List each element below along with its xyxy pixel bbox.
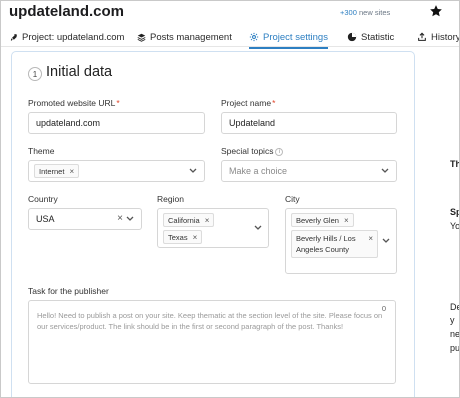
promoted-url-label-text: Promoted website URL: [28, 98, 116, 108]
tab-project-label: Project: updateland.com: [22, 31, 125, 43]
required-marker: *: [116, 98, 120, 108]
rocket-icon: [10, 33, 17, 41]
special-topics-label-text: Special topics: [221, 146, 274, 156]
remove-chip-icon[interactable]: ×: [344, 216, 349, 225]
country-select[interactable]: USA ×: [28, 208, 142, 230]
new-sites-count: +300: [340, 8, 357, 17]
region-chip-label: California: [168, 215, 200, 225]
theme-label: Theme: [28, 146, 55, 156]
special-topics-label: Special topics i: [221, 146, 284, 156]
info-icon[interactable]: i: [275, 147, 284, 156]
tab-statistic-label: Statistic: [361, 31, 395, 43]
new-sites-indicator[interactable]: +300 new sites: [340, 8, 390, 17]
initial-data-card: 1 Initial data Promoted website URL* upd…: [11, 51, 415, 397]
favorite-star-button[interactable]: [429, 4, 443, 18]
project-name-input[interactable]: Updateland: [221, 112, 397, 134]
tab-history-label: History: [431, 31, 460, 43]
remove-chip-icon[interactable]: ×: [69, 167, 74, 176]
promoted-url-input[interactable]: updateland.com: [28, 112, 205, 134]
special-topics-placeholder: Make a choice: [229, 166, 288, 176]
layers-icon: [137, 33, 146, 42]
card-title: Initial data: [46, 64, 113, 80]
chevron-down-icon[interactable]: [126, 216, 134, 222]
star-icon: [430, 5, 442, 17]
chevron-down-icon[interactable]: [382, 238, 390, 244]
side-text-fragment: Yo: [450, 221, 460, 231]
region-select[interactable]: California × Texas ×: [157, 208, 269, 248]
tab-project-settings-label: Project settings: [263, 31, 328, 43]
clear-icon[interactable]: ×: [117, 213, 123, 224]
city-chip-label: Beverly Hills / Los Angeles County: [296, 234, 356, 254]
country-value: USA: [36, 214, 55, 224]
tab-statistic[interactable]: Statistic: [347, 29, 394, 45]
region-chip[interactable]: Texas ×: [163, 230, 203, 244]
task-label: Task for the publisher: [28, 286, 109, 296]
city-chip[interactable]: Beverly Glen ×: [291, 213, 354, 227]
export-icon: [418, 32, 426, 41]
remove-chip-icon[interactable]: ×: [368, 233, 373, 244]
tab-project-settings[interactable]: Project settings: [249, 29, 328, 49]
region-chip[interactable]: California ×: [163, 213, 215, 227]
chevron-down-icon[interactable]: [189, 168, 197, 174]
project-name-label: Project name*: [221, 98, 275, 108]
app-window: updateland.com +300 new sites Project: u…: [0, 0, 460, 398]
city-label: City: [285, 194, 300, 204]
promoted-url-label: Promoted website URL*: [28, 98, 120, 108]
region-label: Region: [157, 194, 184, 204]
chevron-down-icon[interactable]: [381, 168, 389, 174]
remove-chip-icon[interactable]: ×: [205, 216, 210, 225]
site-title: updateland.com: [9, 3, 125, 20]
gear-icon: [249, 32, 259, 42]
step-number-badge: 1: [28, 67, 42, 81]
tab-posts-management[interactable]: Posts management: [137, 29, 232, 45]
remove-chip-icon[interactable]: ×: [193, 233, 198, 242]
character-counter: 0: [381, 304, 386, 313]
project-tabs: Project: updateland.com Posts management…: [1, 23, 460, 49]
tab-posts-management-label: Posts management: [150, 31, 232, 43]
project-name-value: Updateland: [229, 118, 276, 128]
theme-chip-label: Internet: [39, 166, 65, 176]
theme-chip[interactable]: Internet ×: [34, 164, 80, 178]
task-textarea[interactable]: 0 Hello! Need to publish a post on your …: [28, 300, 396, 384]
pie-chart-icon: [347, 32, 357, 42]
tab-project[interactable]: Project: updateland.com: [9, 29, 124, 45]
side-text-fragment: ne: [450, 329, 460, 339]
project-name-label-text: Project name: [221, 98, 272, 108]
new-sites-label: new sites: [359, 8, 391, 17]
promoted-url-value: updateland.com: [36, 118, 101, 128]
side-text-fragment: Th: [450, 159, 460, 169]
side-text-fragment: pu: [450, 343, 460, 353]
city-select[interactable]: Beverly Glen × Beverly Hills / Los Angel…: [285, 208, 397, 274]
region-chip-label: Texas: [168, 232, 188, 242]
special-topics-select[interactable]: Make a choice: [221, 160, 397, 182]
city-chip-label: Beverly Glen: [296, 215, 339, 225]
required-marker: *: [272, 98, 276, 108]
theme-select[interactable]: Internet ×: [28, 160, 205, 182]
side-text-fragment: y: [450, 315, 455, 325]
tab-history[interactable]: History: [417, 29, 460, 45]
side-text-fragment: Sp: [450, 207, 459, 217]
city-chip[interactable]: Beverly Hills / Los Angeles County ×: [291, 230, 378, 258]
chevron-down-icon[interactable]: [254, 225, 262, 231]
side-text-fragment: De: [450, 302, 459, 312]
task-placeholder: Hello! Need to publish a post on your si…: [37, 311, 383, 331]
country-label: Country: [28, 194, 58, 204]
